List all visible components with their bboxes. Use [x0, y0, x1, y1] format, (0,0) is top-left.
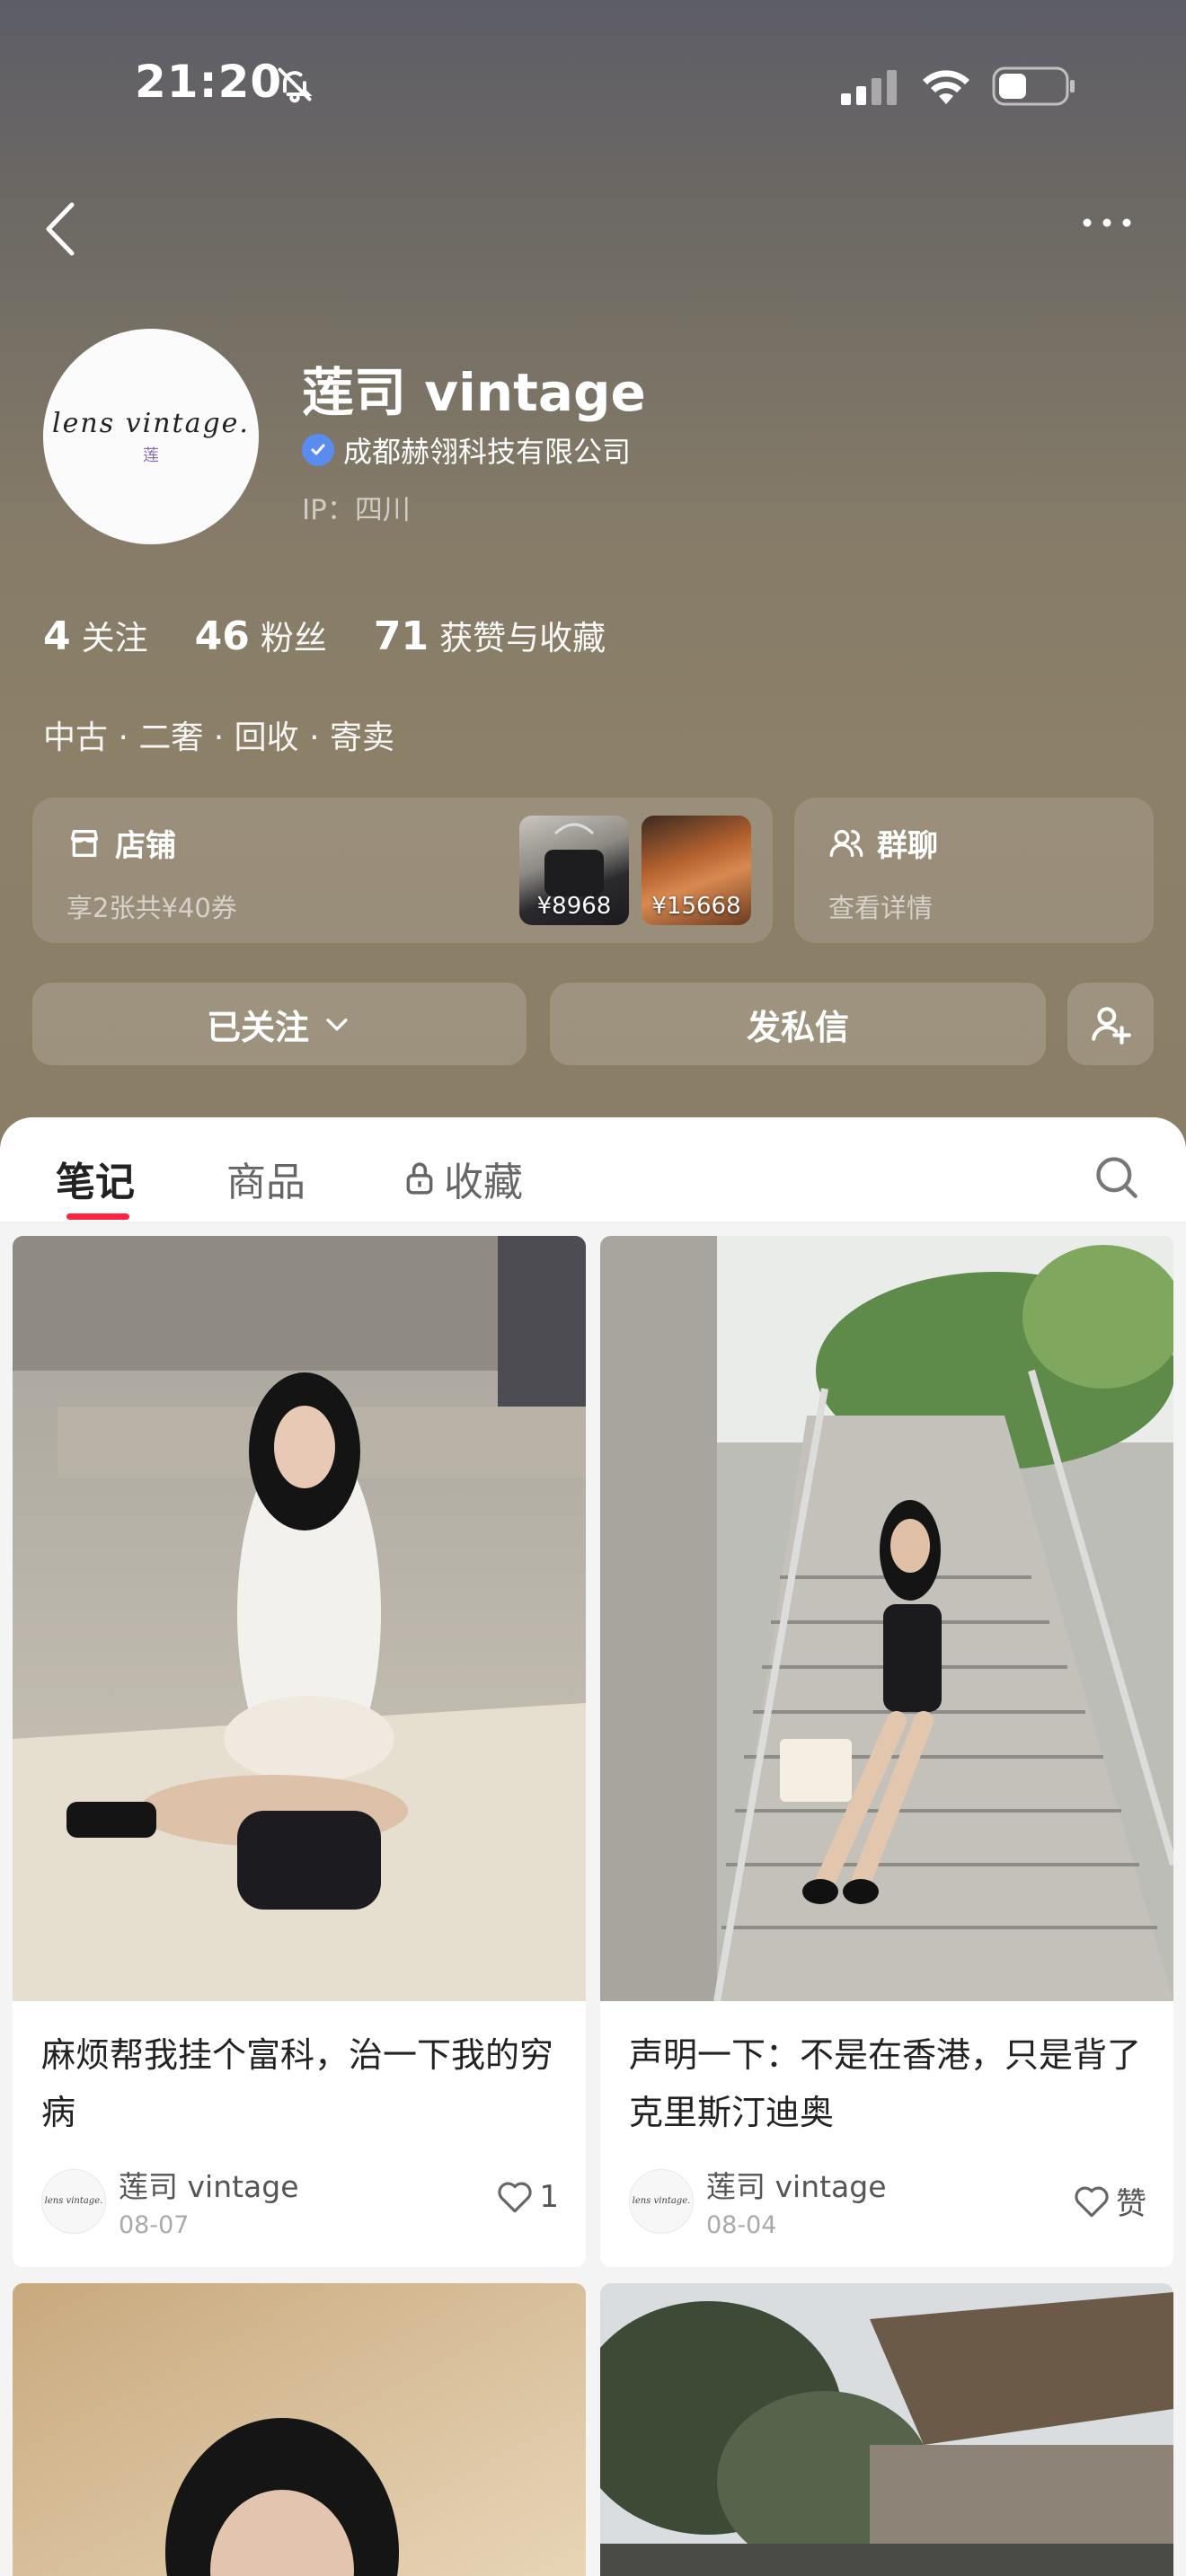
note-card[interactable] [600, 2283, 1173, 2576]
stat-following[interactable]: 4 关注 [43, 611, 148, 659]
shop-title: 店铺 [115, 828, 176, 864]
stat-label: 粉丝 [260, 619, 327, 657]
note-author[interactable]: lens vintage. 莲司 vintage 08-07 [41, 2163, 299, 2239]
tab-notes[interactable]: 笔记 [56, 1150, 135, 1207]
author-avatar: lens vintage. [629, 2168, 694, 2234]
wifi-icon [918, 65, 974, 110]
ip-location: IP：四川 [302, 494, 411, 526]
avatar-logo-mark: 莲 [143, 446, 159, 465]
avatar[interactable]: lens vintage. 莲 [43, 329, 259, 544]
search-icon [1096, 1157, 1137, 1198]
group-chat-card[interactable]: 群聊 查看详情 [794, 798, 1154, 943]
avatar-logo-text: lens vintage. [52, 407, 250, 439]
like-count: 赞 [1116, 2186, 1146, 2222]
group-chat-subtitle: 查看详情 [828, 893, 934, 923]
stat-label: 关注 [81, 619, 148, 657]
stat-value: 46 [194, 613, 250, 659]
shop-product-thumbnail[interactable]: ¥8968 [519, 816, 629, 925]
heart-icon [1075, 2186, 1109, 2217]
stat-followers[interactable]: 46 粉丝 [195, 611, 327, 659]
tab-favorites[interactable]: 收藏 [403, 1150, 523, 1207]
send-message-label: 发私信 [746, 1007, 849, 1047]
shop-product-thumbnail[interactable]: ¥15668 [642, 816, 751, 925]
cellular-signal-icon [839, 66, 902, 110]
verified-check-icon [302, 434, 334, 466]
verified-company[interactable]: 成都赫翎科技有限公司 [302, 429, 631, 471]
back-button[interactable] [43, 199, 88, 259]
note-date: 08-04 [706, 2211, 777, 2239]
like-button[interactable]: 赞 [1073, 2179, 1146, 2223]
group-chat-title: 群聊 [877, 828, 938, 864]
verified-company-name: 成都赫翎科技有限公司 [343, 435, 632, 469]
tab-goods[interactable]: 商品 [226, 1150, 305, 1207]
like-count: 1 [539, 2179, 559, 2215]
shop-coupon-text: 享2张共¥40券 [66, 893, 237, 923]
note-cover-image [13, 1236, 586, 2001]
note-cover-image [600, 1236, 1173, 2001]
author-name: 莲司 vintage [706, 2169, 887, 2204]
note-card[interactable]: 麻烦帮我挂个富科，治一下我的穷病 lens vintage. 莲司 vintag… [13, 1236, 586, 2267]
like-button[interactable]: 1 [496, 2179, 559, 2215]
group-users-icon [829, 829, 863, 857]
add-friend-button[interactable] [1067, 983, 1154, 1065]
note-date: 08-07 [119, 2211, 190, 2239]
nickname: 莲司 vintage [302, 362, 646, 423]
more-button[interactable] [1078, 205, 1150, 250]
tab-active-indicator [66, 1213, 129, 1220]
following-button-label: 已关注 [206, 1007, 309, 1047]
note-card[interactable]: 声明一下：不是在香港，只是背了克里斯汀迪奥 lens vintage. 莲司 v… [600, 1236, 1173, 2267]
stat-label: 获赞与收藏 [439, 619, 606, 657]
profile-stats: 4 关注 46 粉丝 71 获赞与收藏 [43, 611, 652, 659]
note-author[interactable]: lens vintage. 莲司 vintage 08-04 [629, 2163, 887, 2239]
note-cover-image [13, 2283, 586, 2576]
note-title: 声明一下：不是在香港，只是背了克里斯汀迪奥 [629, 2035, 1142, 2132]
store-icon [71, 829, 99, 857]
shop-card[interactable]: 店铺 享2张共¥40券 ¥8968 ¥15668 [32, 798, 773, 943]
search-button[interactable] [1093, 1153, 1139, 1200]
send-message-button[interactable]: 发私信 [550, 983, 1046, 1065]
author-avatar: lens vintage. [41, 2168, 106, 2234]
lock-icon [406, 1162, 433, 1195]
add-user-icon [1092, 1007, 1131, 1045]
tab-favorites-label: 收藏 [444, 1160, 523, 1205]
bell-off-icon [275, 65, 314, 108]
product-price: ¥8968 [536, 893, 612, 920]
heart-icon [498, 2182, 532, 2213]
note-title: 麻烦帮我挂个富科，治一下我的穷病 [41, 2035, 554, 2132]
chevron-left-icon [46, 202, 75, 256]
stat-value: 71 [373, 613, 429, 659]
product-price: ¥15668 [651, 893, 741, 920]
bio: 中古 · 二奢 · 回收 · 寄卖 [43, 719, 394, 756]
stat-likes-collections[interactable]: 71 获赞与收藏 [374, 611, 606, 659]
chevron-down-icon [326, 1019, 348, 1031]
more-horizontal-icon [1083, 218, 1131, 227]
author-name: 莲司 vintage [119, 2169, 299, 2204]
note-card[interactable] [13, 2283, 586, 2576]
status-time: 21:20 [135, 56, 283, 108]
following-button[interactable]: 已关注 [32, 983, 527, 1065]
note-cover-image [600, 2283, 1173, 2576]
battery-icon [992, 66, 1076, 110]
stat-value: 4 [43, 613, 71, 659]
